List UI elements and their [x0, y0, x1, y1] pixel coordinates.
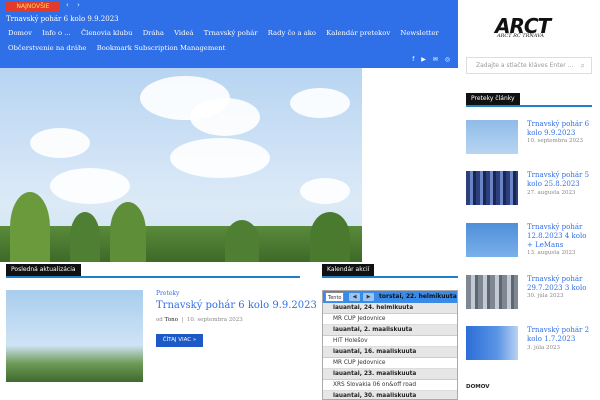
youtube-icon[interactable]: ▶ [421, 56, 426, 63]
hero-cloud [300, 178, 350, 204]
instagram-icon[interactable]: ◎ [445, 56, 450, 63]
sidebar-article-title[interactable]: Trnavský pohár 2 kolo 1.7.2023 [527, 326, 593, 344]
sidebar-article-date: 30. júla 2023 [527, 293, 564, 299]
hero-tree [110, 202, 146, 262]
post-thumbnail[interactable] [6, 290, 143, 382]
post-title[interactable]: Trnavský pohár 6 kolo 9.9.2023 [156, 300, 317, 311]
site-header: NAJNOVŠIE ‹ › Trnavský pohár 6 kolo 9.9.… [0, 0, 458, 68]
nav-item-info[interactable]: Info o ... [42, 29, 71, 37]
nav-item-clenovia[interactable]: Členovia klubu [81, 29, 133, 37]
search-icon[interactable]: ⌕ [581, 61, 585, 71]
hero-trees [0, 226, 362, 262]
calendar-event[interactable]: XRS Slovakia 06 on&off road [323, 380, 457, 391]
main-nav: Domov Info o ... Členovia klubu Dráha Vi… [8, 29, 456, 59]
email-icon[interactable]: ✉ [433, 56, 438, 63]
post-date: 10. septembra 2023 [186, 317, 243, 323]
ticker-link[interactable]: Trnavský pohár 6 kolo 9.9.2023 [6, 15, 119, 23]
calendar-day: lauantai, 24. helmikuuta [323, 303, 457, 314]
nav-item-newsletter[interactable]: Newsletter [400, 29, 438, 37]
nav-item-trnavsky-pohar[interactable]: Trnavský pohár [204, 29, 258, 37]
calendar-day: lauantai, 16. maaliskuuta [323, 347, 457, 358]
hero-cloud [190, 98, 260, 136]
sidebar-article-date: 13. augusta 2023 [527, 250, 576, 256]
nav-item-kalendar[interactable]: Kalendár pretekov [326, 29, 390, 37]
nav-item-domov[interactable]: Domov [8, 29, 32, 37]
facebook-icon[interactable]: f [412, 56, 414, 63]
sidebar-article-title[interactable]: Trnavský pohár 12.8.2023 4 kolo + LeMans [527, 223, 593, 250]
sidebar-section-header: Preteky články [466, 93, 592, 107]
nav-item-videa[interactable]: Videá [174, 29, 193, 37]
calendar-today-button[interactable]: Tento [325, 292, 345, 302]
search-placeholder: Zadajte a stlačte kláves Enter ... [476, 62, 574, 69]
sidebar-article-title[interactable]: Trnavský pohár 5 kolo 25.8.2023 [527, 171, 593, 189]
nav-item-rady[interactable]: Rady čo a ako [268, 29, 316, 37]
sidebar-article[interactable]: Trnavský pohár 2 kolo 1.7.2023 3. júla 2… [466, 326, 596, 362]
hero-tree [10, 192, 50, 262]
ticker-prev-icon[interactable]: ‹ [66, 1, 72, 9]
calendar-event[interactable]: MR CUP Jedovnice [323, 314, 457, 325]
post-by: od [156, 317, 163, 323]
sidebar-article-thumbnail[interactable] [466, 223, 518, 257]
hero-cloud [30, 128, 90, 158]
sidebar-article-date: 3. júla 2023 [527, 345, 561, 351]
post-category[interactable]: Preteky [156, 290, 179, 297]
sidebar-article-thumbnail[interactable] [466, 326, 518, 360]
ticker-badge: NAJNOVŠIE [6, 1, 60, 12]
calendar-section-header: Kalendár akcií [322, 264, 458, 278]
ticker-nav: ‹ › [66, 1, 83, 9]
calendar-event[interactable]: HIT Holešov [323, 336, 457, 347]
calendar-current-date: torstai, 22. helmikuuta [379, 293, 457, 300]
calendar-section-title: Kalendár akcií [322, 264, 375, 276]
social-links: f ▶ ✉ ◎ [407, 56, 450, 63]
post-meta: od Tono | 10. septembra 2023 [156, 317, 243, 323]
nav-item-bookmark[interactable]: Bookmark Subscription Management [97, 44, 226, 52]
sidebar-footer-link[interactable]: DOMOV [466, 384, 490, 390]
sidebar-article-date: 27. augusta 2023 [527, 190, 576, 196]
hero-cloud [50, 168, 130, 204]
calendar-next-icon[interactable]: ▶ [363, 293, 374, 301]
sidebar-article[interactable]: Trnavský pohár 5 kolo 25.8.2023 27. augu… [466, 171, 596, 207]
calendar-prev-icon[interactable]: ◀ [349, 293, 360, 301]
calendar-day: lauantai, 2. maaliskuuta [323, 325, 457, 336]
hero-tree [225, 220, 259, 262]
latest-section-header: Posledná aktualizácia [6, 264, 300, 278]
hero-tree [310, 212, 350, 262]
nav-item-draha[interactable]: Dráha [143, 29, 164, 37]
sidebar-article-date: 10. septembra 2023 [527, 138, 583, 144]
sidebar-section-title: Preteky články [466, 93, 520, 105]
sidebar-article-thumbnail[interactable] [466, 275, 518, 309]
search-input[interactable]: Zadajte a stlačte kláves Enter ... ⌕ [466, 57, 592, 74]
hero-image[interactable] [0, 68, 362, 262]
sidebar-article[interactable]: Trnavský pohár 12.8.2023 4 kolo + LeMans… [466, 223, 596, 259]
logo-subtext: ARCT RC TRNAVA [497, 33, 545, 39]
post-meta-separator: | [181, 317, 184, 323]
ticker-next-icon[interactable]: › [77, 1, 83, 9]
read-more-button[interactable]: ČÍTAJ VIAC » [156, 334, 203, 347]
latest-section-title: Posledná aktualizácia [6, 264, 81, 276]
sidebar-article-title[interactable]: Trnavský pohár 6 kolo 9.9.2023 [527, 120, 593, 138]
calendar-day: lauantai, 23. maaliskuuta [323, 369, 457, 380]
post-author[interactable]: Tono [165, 317, 178, 323]
hero-cloud [290, 88, 350, 118]
hero-tree [70, 212, 100, 262]
sidebar-article-thumbnail[interactable] [466, 171, 518, 205]
sidebar-article-title[interactable]: Trnavský pohár 29.7.2023 3 kolo [527, 275, 593, 293]
event-calendar: Tento ◀ ▶ torstai, 22. helmikuuta lauant… [322, 290, 458, 400]
site-logo[interactable]: ARCT ARCT RC TRNAVA [495, 14, 565, 40]
hero-cloud [170, 138, 270, 178]
sidebar-article[interactable]: Trnavský pohár 6 kolo 9.9.2023 10. septe… [466, 120, 596, 156]
calendar-event[interactable]: MR CUP Jedovnice [323, 358, 457, 369]
calendar-day: lauantai, 30. maaliskuuta [323, 391, 457, 399]
hero-spacer [362, 68, 458, 262]
sidebar-article-thumbnail[interactable] [466, 120, 518, 154]
sidebar-article[interactable]: Trnavský pohár 29.7.2023 3 kolo 30. júla… [466, 275, 596, 311]
nav-item-obcerstvenie[interactable]: Občerstvenie na dráhe [8, 44, 86, 52]
calendar-toolbar: Tento ◀ ▶ torstai, 22. helmikuuta [323, 291, 457, 303]
